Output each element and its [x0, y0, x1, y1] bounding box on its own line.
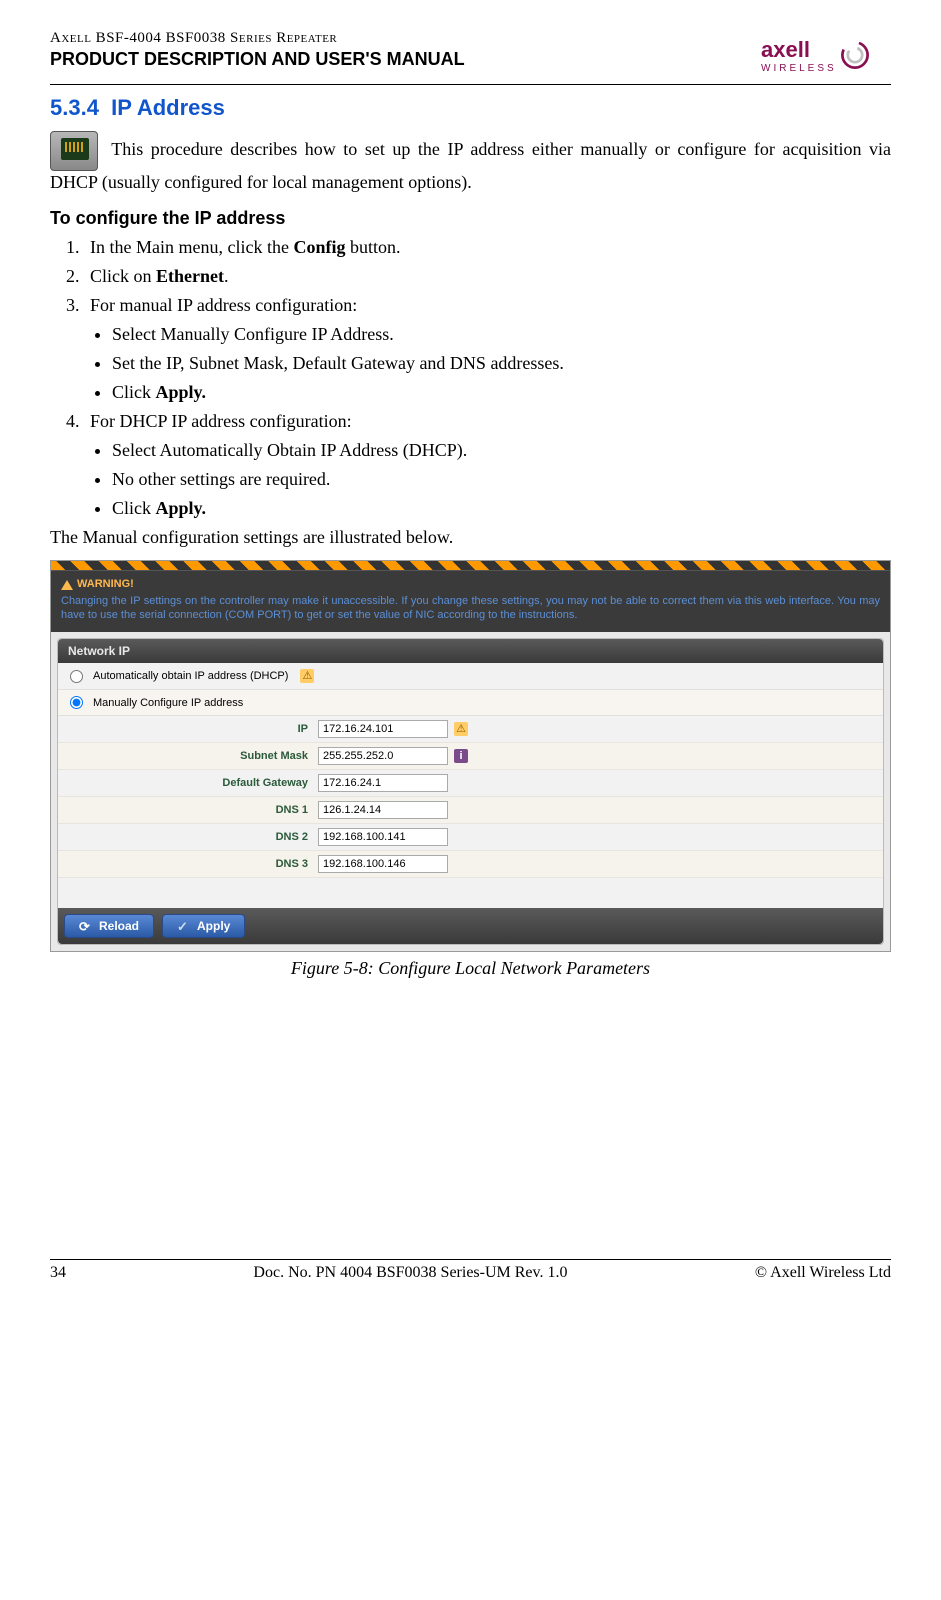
procedure-subheading: To configure the IP address [50, 208, 891, 229]
step-2: Click on Ethernet. [84, 266, 891, 287]
step-3-sublist: Select Manually Configure IP Address. Se… [90, 324, 891, 403]
section-heading: 5.3.4 IP Address [50, 95, 891, 121]
step-3-sub-1: Select Manually Configure IP Address. [112, 324, 891, 345]
reload-button[interactable]: Reload [64, 914, 154, 938]
logo-subtext: WIRELESS [761, 63, 837, 74]
footer-divider [50, 1259, 891, 1260]
field-row-gateway: Default Gateway [58, 770, 883, 797]
warning-box: WARNING! Changing the IP settings on the… [51, 571, 890, 632]
logo-swirl-icon [837, 37, 873, 73]
panel-spacer [58, 878, 883, 908]
apply-button-label: Apply [197, 919, 230, 933]
input-gateway[interactable] [318, 774, 448, 792]
field-row-dns3: DNS 3 [58, 851, 883, 878]
section-number: 5.3.4 [50, 95, 99, 120]
section-title: IP Address [111, 95, 225, 120]
step-3-sub-2: Set the IP, Subnet Mask, Default Gateway… [112, 353, 891, 374]
axell-logo: axell WIRELESS [761, 30, 891, 80]
step-1: In the Main menu, click the Config butto… [84, 237, 891, 258]
config-screenshot: WARNING! Changing the IP settings on the… [50, 560, 891, 952]
panel-body: Automatically obtain IP address (DHCP) ⚠… [58, 663, 883, 908]
label-dns1: DNS 1 [58, 804, 318, 816]
label-dns2: DNS 2 [58, 831, 318, 843]
header-titles: Axell BSF-4004 BSF0038 Series Repeater P… [50, 30, 761, 70]
intro-paragraph: This procedure describes how to set up t… [50, 131, 891, 194]
logo-text: axell [761, 37, 837, 63]
step-4-sub-2: No other settings are required. [112, 469, 891, 490]
post-list-text: The Manual configuration settings are il… [50, 527, 891, 548]
input-dns1[interactable] [318, 801, 448, 819]
label-ip: IP [58, 723, 318, 735]
footer-row: 34 Doc. No. PN 4004 BSF0038 Series-UM Re… [50, 1264, 891, 1282]
label-subnet: Subnet Mask [58, 750, 318, 762]
input-ip[interactable] [318, 720, 448, 738]
warning-text: Changing the IP settings on the controll… [61, 594, 880, 623]
radio-manual-label: Manually Configure IP address [93, 697, 243, 709]
step-3: For manual IP address configuration: Sel… [84, 295, 891, 403]
step-4-sublist: Select Automatically Obtain IP Address (… [90, 440, 891, 519]
header-divider [50, 84, 891, 85]
ethernet-port-icon [50, 131, 98, 171]
footer-page: 34 [50, 1264, 66, 1282]
warning-title-row: WARNING! [61, 577, 880, 591]
figure-caption: Figure 5-8: Configure Local Network Para… [50, 958, 891, 979]
warning-stripe [51, 561, 890, 571]
warning-triangle-icon [61, 580, 73, 590]
checkmark-icon [177, 919, 191, 933]
radio-manual-row[interactable]: Manually Configure IP address [58, 690, 883, 716]
footer-doc: Doc. No. PN 4004 BSF0038 Series-UM Rev. … [253, 1264, 567, 1282]
subnet-info-icon: i [454, 749, 468, 763]
radio-dhcp-label: Automatically obtain IP address (DHCP) [93, 670, 288, 682]
page-header: Axell BSF-4004 BSF0038 Series Repeater P… [50, 30, 891, 80]
input-subnet[interactable] [318, 747, 448, 765]
field-row-dns2: DNS 2 [58, 824, 883, 851]
input-dns2[interactable] [318, 828, 448, 846]
step-4: For DHCP IP address configuration: Selec… [84, 411, 891, 519]
reload-button-label: Reload [99, 919, 139, 933]
apply-button[interactable]: Apply [162, 914, 245, 938]
ip-warning-icon: ⚠ [454, 722, 468, 736]
network-ip-panel: Network IP Automatically obtain IP addre… [57, 638, 884, 945]
radio-dhcp-row[interactable]: Automatically obtain IP address (DHCP) ⚠ [58, 663, 883, 690]
step-4-sub-3: Click Apply. [112, 498, 891, 519]
label-gateway: Default Gateway [58, 777, 318, 789]
step-4-sub-1: Select Automatically Obtain IP Address (… [112, 440, 891, 461]
doc-title-line1: Axell BSF-4004 BSF0038 Series Repeater [50, 30, 761, 47]
panel-header: Network IP [58, 639, 883, 663]
step-3-sub-3: Click Apply. [112, 382, 891, 403]
page-footer: 34 Doc. No. PN 4004 BSF0038 Series-UM Re… [50, 1259, 891, 1282]
footer-copyright: © Axell Wireless Ltd [755, 1264, 891, 1282]
warning-title: WARNING! [77, 577, 134, 591]
procedure-steps: In the Main menu, click the Config butto… [50, 237, 891, 519]
field-row-ip: IP ⚠ [58, 716, 883, 743]
label-dns3: DNS 3 [58, 858, 318, 870]
field-row-dns1: DNS 1 [58, 797, 883, 824]
reload-icon [79, 919, 93, 933]
radio-manual[interactable] [70, 696, 83, 709]
radio-dhcp[interactable] [70, 670, 83, 683]
doc-title-line2: PRODUCT DESCRIPTION AND USER'S MANUAL [50, 49, 761, 70]
field-row-subnet: Subnet Mask i [58, 743, 883, 770]
input-dns3[interactable] [318, 855, 448, 873]
button-bar: Reload Apply [58, 908, 883, 944]
dhcp-warning-icon: ⚠ [300, 669, 314, 683]
intro-text: This procedure describes how to set up t… [50, 139, 891, 192]
